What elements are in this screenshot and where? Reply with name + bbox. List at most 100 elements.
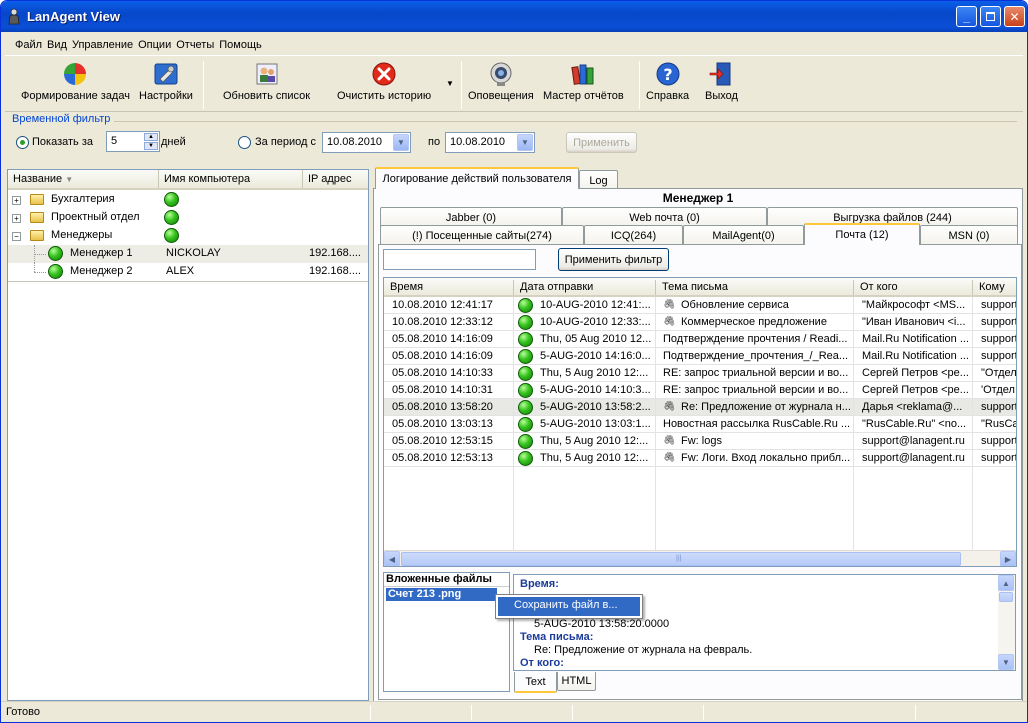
header-subject[interactable]: Тема письма <box>662 281 728 293</box>
maximize-button[interactable] <box>980 6 1001 27</box>
collapse-icon[interactable]: − <box>12 232 21 241</box>
mail-row[interactable]: 05.08.2010 14:16:09 5-AUG-2010 14:16:0...… <box>384 348 1016 365</box>
tab-log[interactable]: Log <box>579 170 618 190</box>
mail-row[interactable]: 05.08.2010 12:53:15 Thu, 5 Aug 2010 12:..… <box>384 433 1016 450</box>
subject-value: Re: Предложение от журнала на февраль. <box>534 644 753 656</box>
tree-row-manager-2[interactable]: Менеджер 2 ALEX 192.168.... <box>8 263 368 281</box>
tab-user-activity[interactable]: Логирование действий пользователя <box>375 167 579 189</box>
title-bar[interactable]: LanAgent View _ ✕ <box>1 1 1027 32</box>
time-filter-group: Временной фильтр Показать за 5 ▲ ▼ дней … <box>5 112 1023 160</box>
sent-value: 5-AUG-2010 13:58:20.0000 <box>534 618 670 630</box>
stepper-down-icon[interactable]: ▼ <box>144 142 158 150</box>
header-to[interactable]: Кому <box>979 281 1005 293</box>
expand-icon[interactable]: + <box>12 214 21 223</box>
date-from-picker[interactable]: 10.08.2010 ▼ <box>322 132 411 153</box>
header-from[interactable]: От кого <box>860 281 898 293</box>
date-to-value: 10.08.2010 <box>450 136 506 148</box>
tree-row-label: Менеджер 2 <box>70 265 133 277</box>
show-for-radio[interactable] <box>16 136 29 149</box>
help-button[interactable]: ? Справка <box>646 61 689 109</box>
reports-wizard-button[interactable]: Мастер отчётов <box>543 61 624 109</box>
clear-history-dropdown-icon[interactable]: ▼ <box>446 79 454 88</box>
mail-row[interactable]: 05.08.2010 12:53:13 Thu, 5 Aug 2010 12:..… <box>384 450 1016 467</box>
mail-row[interactable]: 10.08.2010 12:33:12 10-AUG-2010 12:33:...… <box>384 314 1016 331</box>
attachment-clip-icon: 🖇 <box>663 401 676 412</box>
tab-visited-sites[interactable]: (!) Посещенные сайты(274) <box>380 225 584 245</box>
expand-icon[interactable]: + <box>12 196 21 205</box>
maximize-icon <box>986 12 995 21</box>
close-button[interactable]: ✕ <box>1004 6 1025 27</box>
tab-jabber[interactable]: Jabber (0) <box>380 207 562 227</box>
exit-button[interactable]: Выход <box>705 61 738 109</box>
tab-text[interactable]: Text <box>514 672 557 693</box>
header-time[interactable]: Время <box>390 281 423 293</box>
chevron-down-icon[interactable]: ▼ <box>517 134 533 151</box>
save-file-menu-item[interactable]: Сохранить файл в... <box>498 597 640 616</box>
menu-manage[interactable]: Управление <box>72 39 138 51</box>
mail-row[interactable]: 05.08.2010 14:16:09 Thu, 05 Aug 2010 12..… <box>384 331 1016 348</box>
chevron-down-icon[interactable]: ▼ <box>393 134 409 151</box>
refresh-list-button[interactable]: Обновить список <box>223 61 310 109</box>
toolbar: Формирование задач Настройки Обновить сп… <box>5 57 1023 112</box>
scroll-up-icon[interactable]: ▲ <box>998 575 1014 591</box>
status-text: Готово <box>6 706 40 718</box>
menu-file[interactable]: Файл <box>15 39 47 51</box>
scroll-thumb[interactable] <box>999 592 1013 602</box>
scroll-right-icon[interactable]: ▶ <box>1000 551 1016 566</box>
task-button[interactable]: Формирование задач <box>21 61 130 109</box>
menu-view[interactable]: Вид <box>47 39 72 51</box>
mail-row[interactable]: 10.08.2010 12:41:17 10-AUG-2010 12:41:...… <box>384 297 1016 314</box>
cell-from: Сергей Петров <ре... <box>862 384 969 396</box>
mail-row[interactable]: 05.08.2010 14:10:33 Thu, 5 Aug 2010 12:..… <box>384 365 1016 382</box>
tree-row-accounting[interactable]: + Бухгалтерия <box>8 191 368 209</box>
mail-horizontal-scrollbar[interactable]: ◀ ||| ▶ <box>384 550 1016 566</box>
menu-reports[interactable]: Отчеты <box>176 39 219 51</box>
mail-row[interactable]: 05.08.2010 13:58:20 5-AUG-2010 13:58:2...… <box>384 399 1016 416</box>
scroll-left-icon[interactable]: ◀ <box>384 551 400 566</box>
cell-time: 05.08.2010 14:16:09 <box>392 350 493 362</box>
tab-mailagent[interactable]: MailAgent(0) <box>683 225 804 245</box>
tab-html[interactable]: HTML <box>557 672 596 691</box>
mail-row[interactable]: 05.08.2010 13:03:13 5-AUG-2010 13:03:1...… <box>384 416 1016 433</box>
days-stepper[interactable]: 5 ▲ ▼ <box>106 131 160 152</box>
tab-msn[interactable]: MSN (0) <box>920 225 1018 245</box>
tab-icq[interactable]: ICQ(264) <box>584 225 683 245</box>
date-to-picker[interactable]: 10.08.2010 ▼ <box>445 132 535 153</box>
books-icon <box>571 64 594 85</box>
scroll-down-icon[interactable]: ▼ <box>998 654 1014 670</box>
menu-options[interactable]: Опции <box>138 39 176 51</box>
tree-header-ip[interactable]: IP адрес <box>303 170 368 188</box>
status-dot-icon <box>518 451 533 466</box>
users-refresh-icon <box>256 63 278 85</box>
cell-time: 05.08.2010 12:53:15 <box>392 435 493 447</box>
tab-mail[interactable]: Почта (12) <box>804 223 920 245</box>
details-vertical-scrollbar[interactable]: ▲ ▼ <box>998 575 1015 670</box>
apply-filter-button[interactable]: Применить фильтр <box>558 248 669 271</box>
department-tree: Название ▼ Имя компьютера IP адрес + Бух… <box>7 169 369 701</box>
clear-history-button[interactable]: Очистить историю <box>337 61 431 109</box>
apply-button[interactable]: Применить <box>566 132 637 153</box>
cell-subject: Fw: Логи. Вход локально прибл... <box>681 452 851 464</box>
tab-web-mail[interactable]: Web почта (0) <box>562 207 767 227</box>
tree-header-name[interactable]: Название ▼ <box>8 170 159 188</box>
settings-button[interactable]: Настройки <box>139 61 193 109</box>
tree-row-project[interactable]: + Проектный отдел <box>8 209 368 227</box>
tree-header-computer[interactable]: Имя компьютера <box>159 170 303 188</box>
scroll-thumb[interactable]: ||| <box>401 552 961 566</box>
header-sent[interactable]: Дата отправки <box>520 281 593 293</box>
attachment-item[interactable]: Счет 213 .png <box>386 588 497 601</box>
status-dot-icon <box>518 349 533 364</box>
tree-row-managers[interactable]: − Менеджеры <box>8 227 368 245</box>
attachments-title: Вложенные файлы <box>384 573 509 587</box>
alerts-button[interactable]: Оповещения <box>468 61 534 109</box>
menu-help[interactable]: Помощь <box>219 39 267 51</box>
cell-to: "Отдел <box>981 367 1016 379</box>
cell-sent: 5-AUG-2010 13:58:2... <box>540 401 651 413</box>
minimize-button[interactable]: _ <box>956 6 977 27</box>
tree-row-manager-1[interactable]: Менеджер 1 NICKOLAY 192.168.... <box>8 245 368 263</box>
mail-row[interactable]: 05.08.2010 14:10:31 5-AUG-2010 14:10:3...… <box>384 382 1016 399</box>
status-dot-icon <box>518 434 533 449</box>
period-radio[interactable] <box>238 136 251 149</box>
mail-filter-input[interactable] <box>383 249 536 270</box>
stepper-up-icon[interactable]: ▲ <box>144 133 158 141</box>
